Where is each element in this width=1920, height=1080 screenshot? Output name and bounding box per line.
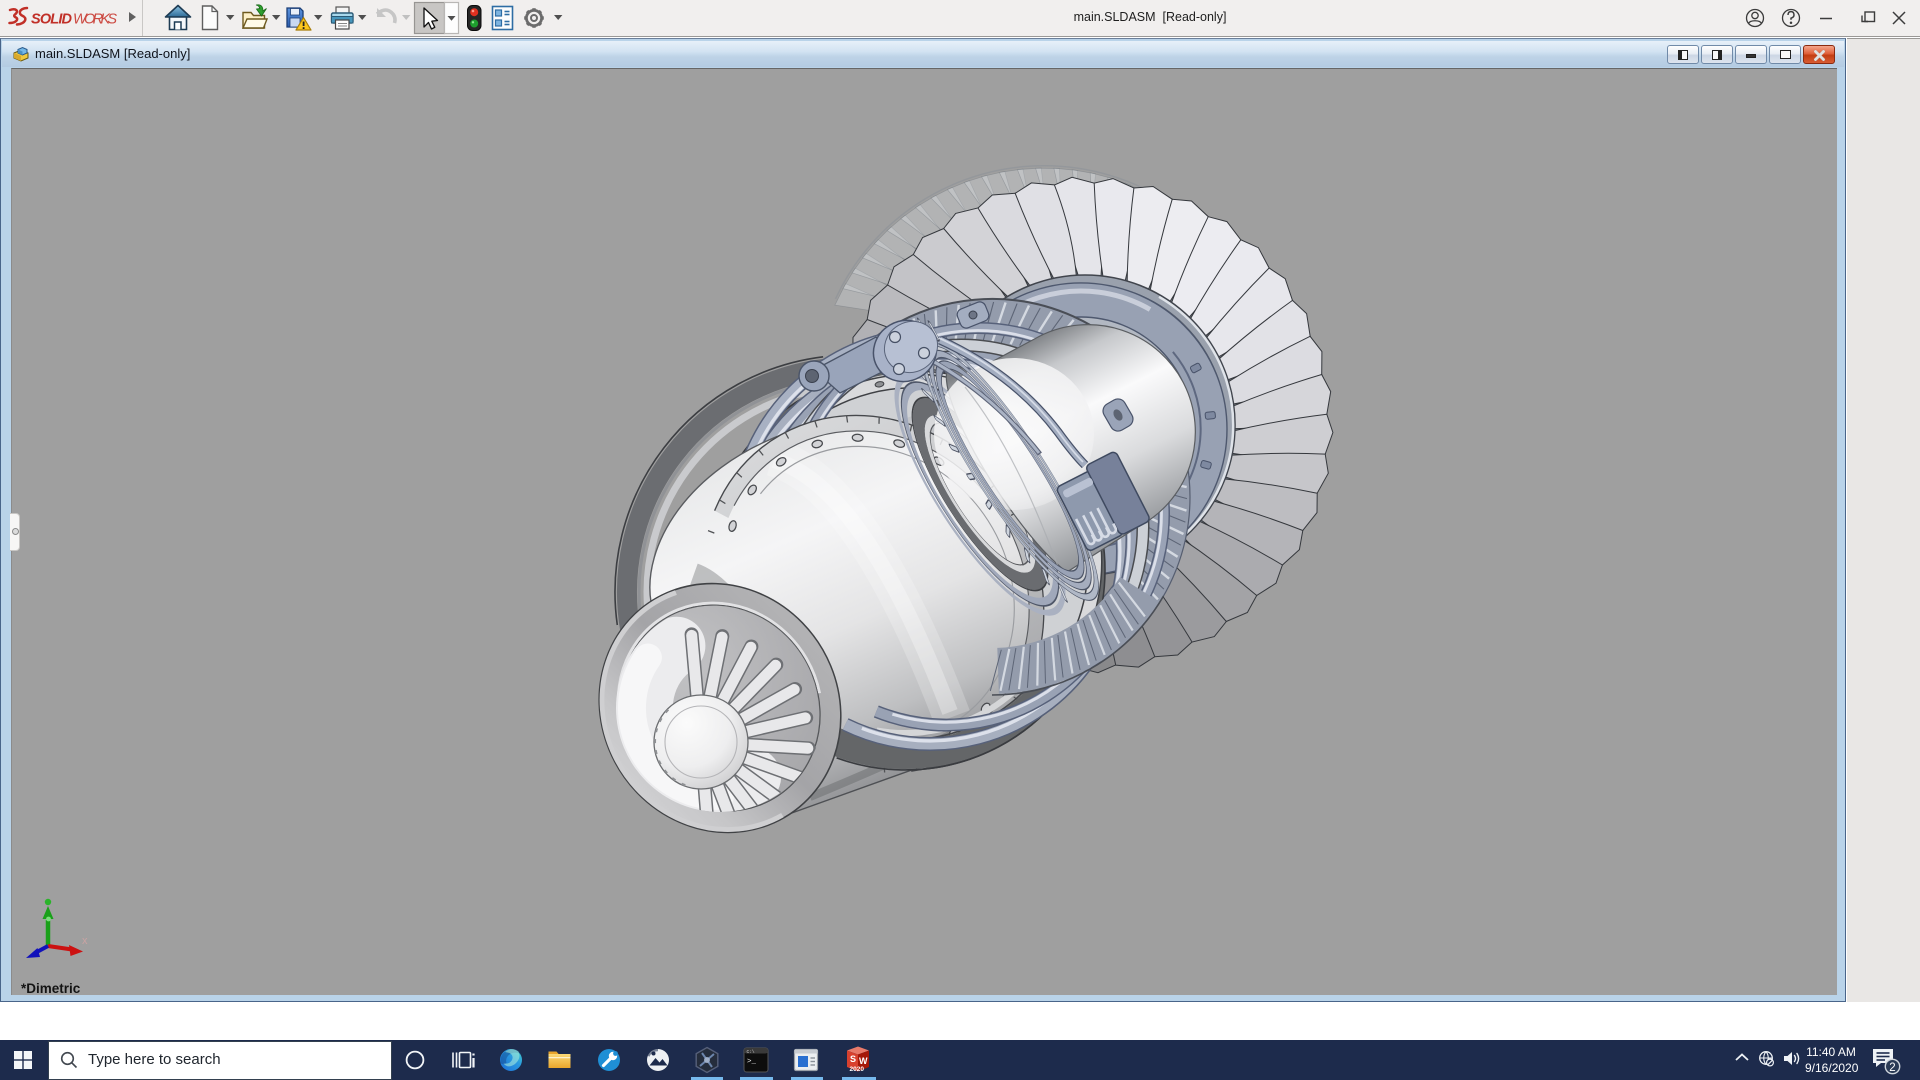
svg-text:x: x xyxy=(82,935,88,947)
svg-text:*Dimetric: *Dimetric xyxy=(21,981,81,995)
svg-text:C:\: C:\ xyxy=(747,1049,755,1055)
svg-text:S: S xyxy=(850,1054,856,1064)
svg-text:>_: >_ xyxy=(747,1058,757,1066)
svg-text:W: W xyxy=(859,1056,868,1066)
svg-text:2020: 2020 xyxy=(850,1066,865,1073)
svg-text:2: 2 xyxy=(1889,1062,1895,1074)
